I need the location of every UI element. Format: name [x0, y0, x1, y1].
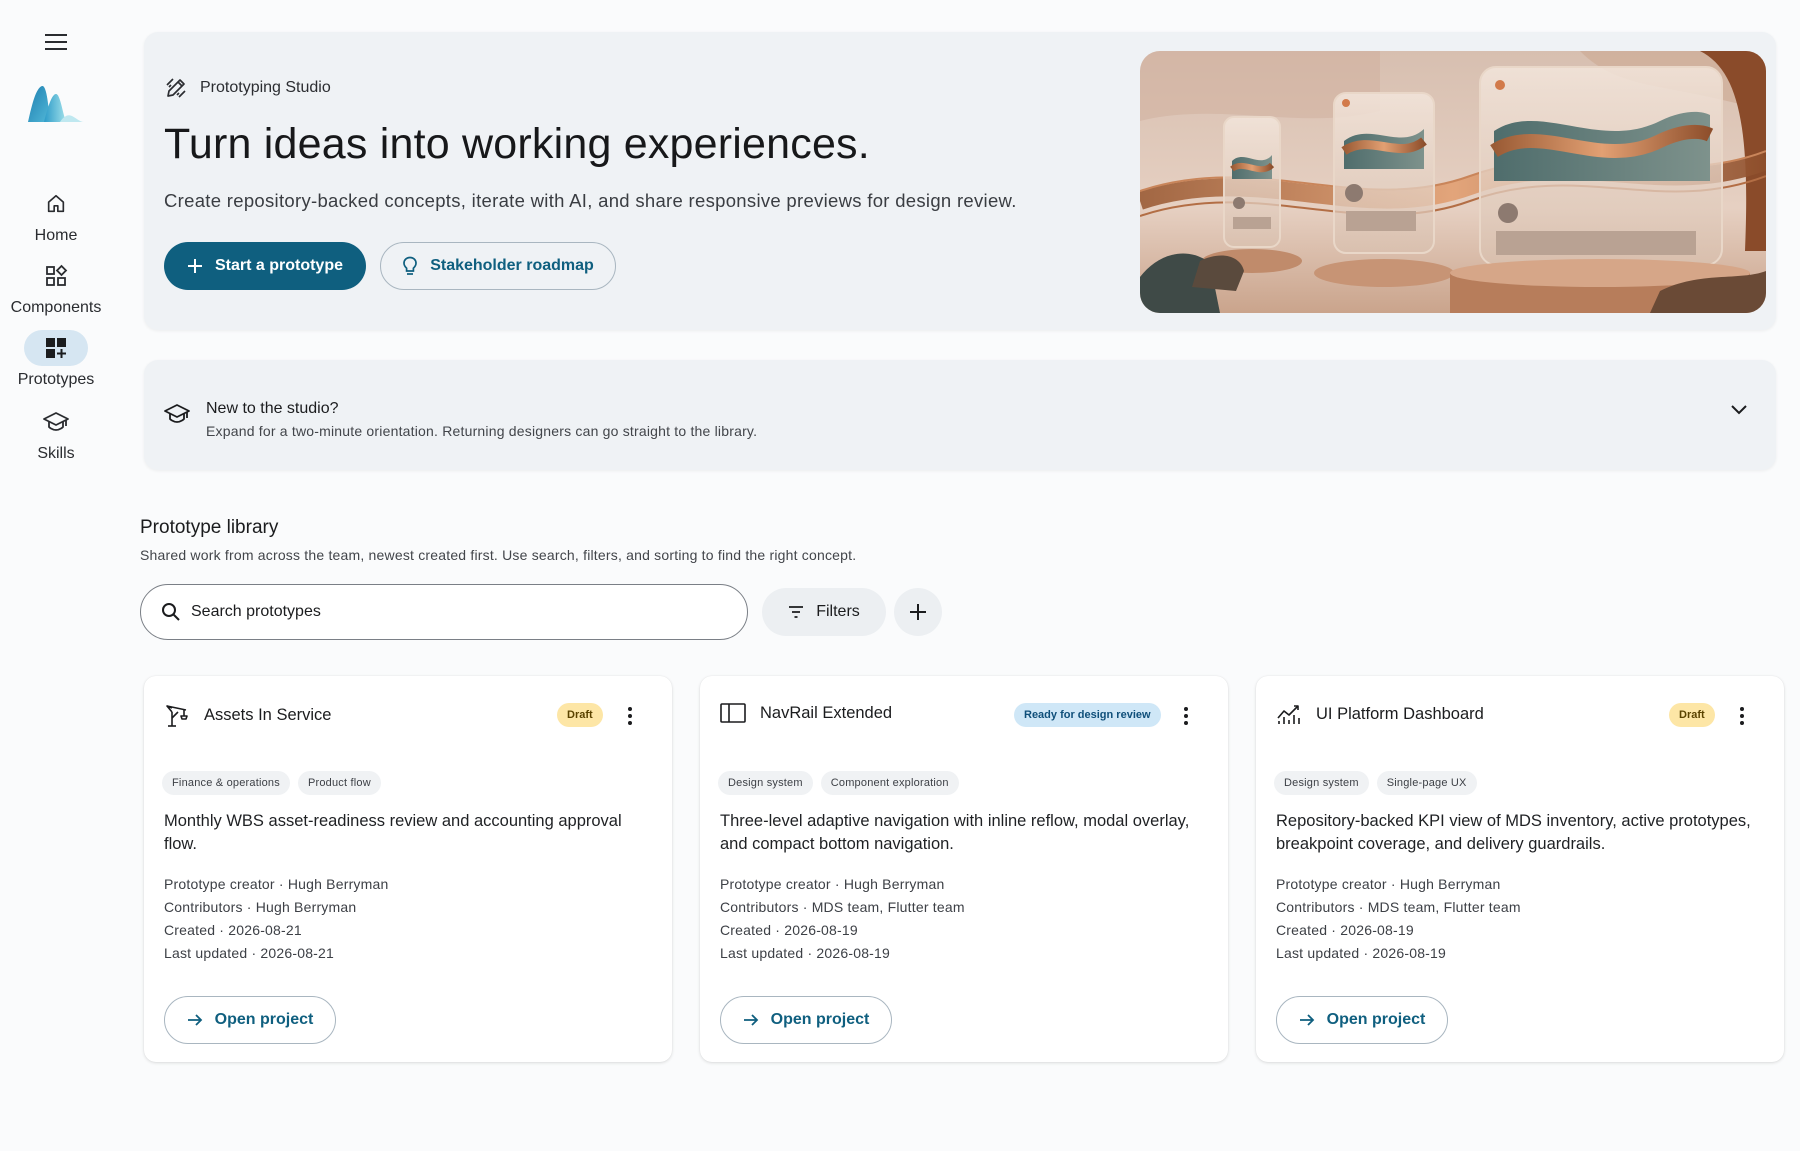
crane-icon	[166, 705, 188, 727]
card-description: Three-level adaptive navigation with inl…	[720, 812, 1190, 853]
more-vert-icon	[628, 707, 632, 725]
tag-list: Design system Component exploration	[718, 771, 959, 795]
add-prototype-button[interactable]	[894, 588, 942, 636]
analytics-icon	[1277, 705, 1300, 724]
search-icon	[162, 603, 180, 621]
brand-logo	[28, 85, 84, 122]
card-contributors: Contributors · Hugh Berryman	[164, 899, 357, 915]
card-title: Assets In Service	[204, 705, 332, 724]
tag-chip: Finance & operations	[162, 771, 290, 795]
open-project-button[interactable]: Open project	[164, 996, 336, 1044]
lightbulb-icon	[403, 256, 418, 275]
design-pencil-icon	[166, 78, 186, 98]
nav-item-home[interactable]: Home	[0, 186, 112, 245]
hero-eyebrow: Prototyping Studio	[164, 76, 331, 100]
tag-chip: Component exploration	[820, 771, 959, 795]
card-created: Created · 2026-08-19	[1276, 922, 1414, 938]
filters-label: Filters	[816, 603, 860, 620]
library-title: Prototype library	[140, 517, 279, 538]
card-contributors: Contributors · MDS team, Flutter team	[1276, 899, 1521, 915]
tag-list: Finance & operations Product flow	[162, 771, 381, 795]
open-project-button[interactable]: Open project	[1276, 996, 1448, 1044]
hero-illustration	[1140, 51, 1766, 313]
card-description: Repository-backed KPI view of MDS invent…	[1276, 812, 1751, 853]
more-options-button[interactable]	[1174, 702, 1198, 730]
hero-banner: Prototyping Studio Turn ideas into worki…	[144, 32, 1776, 330]
prototypes-icon	[46, 338, 66, 358]
card-contributors: Contributors · MDS team, Flutter team	[720, 899, 965, 915]
card-creator: Prototype creator · Hugh Berryman	[1276, 876, 1501, 892]
more-options-button[interactable]	[618, 702, 642, 730]
card-title: UI Platform Dashboard	[1316, 704, 1484, 723]
search-field[interactable]	[140, 584, 748, 640]
orientation-subtitle: Expand for a two-minute orientation. Ret…	[206, 423, 758, 439]
card-created: Created · 2026-08-19	[720, 922, 858, 938]
nav-item-skills[interactable]: Skills	[0, 404, 112, 463]
chevron-down-icon[interactable]	[1730, 404, 1748, 416]
nav-label-components: Components	[10, 299, 102, 316]
components-icon	[46, 264, 68, 286]
card-title: NavRail Extended	[760, 703, 893, 722]
plus-icon	[910, 604, 926, 620]
card-updated: Last updated · 2026-08-21	[164, 945, 335, 961]
arrow-right-icon	[743, 1014, 758, 1026]
navigation-rail: Home Components Prototypes Skills	[0, 0, 112, 1151]
tag-chip: Single-page UX	[1376, 771, 1477, 795]
hero-title: Turn ideas into working experiences.	[164, 120, 870, 168]
status-badge: Draft	[1669, 703, 1715, 727]
nav-item-components[interactable]: Components	[0, 258, 112, 317]
skills-icon	[43, 412, 69, 431]
status-badge: Ready for design review	[1014, 703, 1161, 727]
home-icon	[47, 194, 65, 213]
prototype-card: UI Platform Dashboard Draft Design syste…	[1256, 676, 1784, 1062]
menu-button[interactable]	[36, 26, 76, 58]
card-header: Assets In Service	[164, 702, 331, 728]
open-project-label: Open project	[770, 1011, 870, 1028]
prototype-card: Assets In Service Draft Finance & operat…	[144, 676, 672, 1062]
card-updated: Last updated · 2026-08-19	[720, 945, 891, 961]
orientation-title: New to the studio?	[206, 400, 339, 417]
card-header: UI Platform Dashboard	[1276, 702, 1484, 726]
menu-icon	[45, 34, 67, 50]
stakeholder-roadmap-button[interactable]: Stakeholder roadmap	[380, 242, 616, 290]
more-options-button[interactable]	[1730, 702, 1754, 730]
card-description: Monthly WBS asset-readiness review and a…	[164, 812, 622, 853]
arrow-right-icon	[1299, 1014, 1314, 1026]
open-project-button[interactable]: Open project	[720, 996, 892, 1044]
card-creator: Prototype creator · Hugh Berryman	[164, 876, 389, 892]
hero-eyebrow-label: Prototyping Studio	[200, 79, 331, 96]
tag-chip: Design system	[1274, 771, 1369, 795]
open-project-label: Open project	[214, 1011, 314, 1028]
hero-subtitle: Create repository-backed concepts, itera…	[164, 190, 1017, 211]
filter-icon	[789, 606, 804, 618]
card-header: NavRail Extended	[720, 702, 892, 724]
orientation-expander[interactable]: New to the studio? Expand for a two-minu…	[144, 360, 1776, 470]
arrow-right-icon	[187, 1014, 202, 1026]
tag-chip: Design system	[718, 771, 813, 795]
plus-icon	[187, 259, 202, 273]
start-prototype-button[interactable]: Start a prototype	[164, 242, 366, 290]
school-icon	[164, 404, 190, 423]
search-input[interactable]	[191, 603, 711, 621]
more-vert-icon	[1740, 707, 1744, 725]
tag-list: Design system Single-page UX	[1274, 771, 1477, 795]
more-vert-icon	[1184, 707, 1188, 725]
nav-label-prototypes: Prototypes	[17, 371, 95, 388]
library-subtitle: Shared work from across the team, newest…	[140, 547, 857, 563]
nav-item-prototypes[interactable]: Prototypes	[0, 330, 112, 389]
nav-label-home: Home	[34, 227, 78, 244]
prototype-card: NavRail Extended Ready for design review…	[700, 676, 1228, 1062]
card-updated: Last updated · 2026-08-19	[1276, 945, 1447, 961]
nav-label-skills: Skills	[37, 445, 75, 462]
card-created: Created · 2026-08-21	[164, 922, 302, 938]
navrail-icon	[720, 703, 746, 723]
tag-chip: Product flow	[297, 771, 381, 795]
start-prototype-label: Start a prototype	[214, 257, 343, 274]
status-badge: Draft	[557, 703, 603, 727]
stakeholder-roadmap-label: Stakeholder roadmap	[430, 257, 594, 274]
open-project-label: Open project	[1326, 1011, 1426, 1028]
filters-button[interactable]: Filters	[762, 588, 886, 636]
card-creator: Prototype creator · Hugh Berryman	[720, 876, 945, 892]
